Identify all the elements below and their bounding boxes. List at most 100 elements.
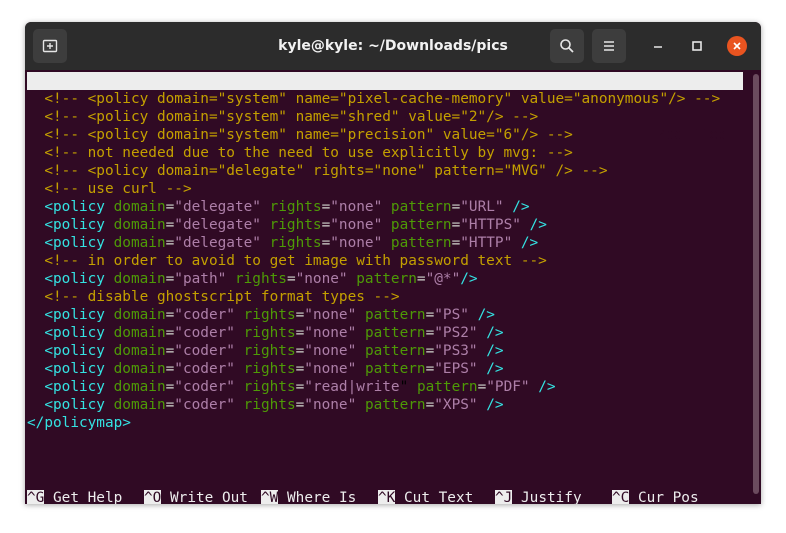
code-token: <policy: [27, 343, 114, 359]
code-token: rights: [243, 307, 296, 323]
code-line: <!-- disable ghostscript format types --…: [27, 288, 400, 306]
scrollbar[interactable]: [753, 74, 759, 494]
code-token: />: [460, 271, 478, 287]
code-line: <!-- <policy domain="system" name="pixel…: [27, 90, 720, 108]
code-token: "none": [295, 271, 348, 287]
code-token: <policy: [27, 217, 114, 233]
shortcut-item: ^J Justify: [495, 489, 582, 504]
shortcut-key: ^O: [144, 490, 162, 504]
title-bar[interactable]: kyle@kyle: ~/Downloads/pics: [25, 22, 761, 70]
code-token: "read|write: [304, 379, 400, 395]
code-token: "coder": [174, 379, 235, 395]
code-token: <policy: [27, 361, 114, 377]
code-token: =: [425, 361, 435, 377]
shortcut-key: ^C: [612, 490, 630, 504]
code-line: <!-- use curl -->: [27, 180, 192, 198]
code-token: =: [165, 325, 175, 341]
code-token: />: [529, 379, 556, 395]
code-token: pattern: [364, 361, 426, 377]
code-token: domain: [113, 361, 166, 377]
code-token: rights: [269, 235, 322, 251]
maximize-icon: [692, 41, 702, 51]
code-token: />: [477, 343, 504, 359]
code-token: =: [451, 199, 461, 215]
code-token: domain: [113, 271, 166, 287]
code-token: domain: [113, 217, 166, 233]
code-token: "PS3": [434, 343, 478, 359]
code-token: pattern: [364, 397, 426, 413]
close-button[interactable]: [726, 35, 748, 57]
code-token: =: [425, 325, 435, 341]
code-token: <!-- not needed due to the need to use e…: [27, 145, 573, 161]
code-line: <!-- <policy domain="system" name="preci…: [27, 126, 573, 144]
code-token: <policy: [27, 325, 114, 341]
code-token: pattern: [390, 199, 452, 215]
search-button[interactable]: [550, 29, 584, 63]
code-token: =: [295, 343, 305, 359]
shortcut-label: Get Help: [44, 490, 123, 504]
code-token: "XPS": [434, 397, 478, 413]
code-token: />: [520, 217, 547, 233]
code-line: <!-- not needed due to the need to use e…: [27, 144, 573, 162]
code-token: rights: [234, 271, 287, 287]
code-token: "delegate": [174, 217, 261, 233]
code-token: "none": [304, 325, 357, 341]
code-token: =: [451, 235, 461, 251]
code-token: "none": [304, 343, 357, 359]
code-line: <policy domain="coder" rights="none" pat…: [27, 342, 504, 360]
code-token: "delegate": [174, 235, 261, 251]
code-token: =: [165, 307, 175, 323]
code-token: <policy: [27, 271, 114, 287]
code-line: <policy domain="delegate" rights="none" …: [27, 198, 529, 216]
code-token: />: [477, 361, 504, 377]
code-token: =: [425, 397, 435, 413]
code-token: "PS": [434, 307, 469, 323]
code-token: <!-- disable ghostscript format types --…: [27, 289, 400, 305]
code-token: "coder": [174, 361, 235, 377]
minimize-button[interactable]: [647, 35, 669, 57]
code-line: <policy domain="coder" rights="none" pat…: [27, 360, 504, 378]
menu-button[interactable]: [592, 29, 626, 63]
code-token: />: [468, 307, 495, 323]
code-token: =: [295, 361, 305, 377]
terminal-content[interactable]: GNU nano 4.8 /etc/ImageMagick-6/policy.x…: [25, 70, 761, 504]
code-line: <policy domain="coder" rights="read|writ…: [27, 378, 556, 396]
shortcut-label: Cut Text: [395, 490, 474, 504]
code-token: "none": [330, 235, 383, 251]
code-token: pattern: [364, 307, 426, 323]
shortcut-item: ^C Cur Pos: [612, 489, 699, 504]
code-token: =: [321, 235, 331, 251]
code-token: rights: [243, 361, 296, 377]
code-token: domain: [113, 199, 166, 215]
maximize-button[interactable]: [686, 35, 708, 57]
shortcut-item: ^G Get Help: [27, 489, 122, 504]
code-token: pattern: [390, 217, 452, 233]
code-line: </policymap>: [27, 414, 131, 432]
code-token: =: [165, 199, 175, 215]
code-token: "none": [330, 199, 383, 215]
code-token: <policy: [27, 397, 114, 413]
code-token: "URL": [460, 199, 504, 215]
code-token: =: [165, 271, 175, 287]
code-token: "coder": [174, 343, 235, 359]
code-token: rights: [243, 325, 296, 341]
code-token: domain: [113, 307, 166, 323]
code-token: "HTTPS": [460, 217, 521, 233]
code-token: <policy: [27, 307, 114, 323]
code-token: <!-- <policy domain="system" name="pixel…: [27, 91, 721, 107]
code-token: "coder": [174, 397, 235, 413]
code-token: <!-- use curl -->: [27, 181, 192, 197]
code-token: =: [295, 379, 305, 395]
shortcut-key: ^W: [261, 490, 279, 504]
code-line: <!-- <policy domain="delegate" rights="n…: [27, 162, 607, 180]
code-token: =: [165, 361, 175, 377]
